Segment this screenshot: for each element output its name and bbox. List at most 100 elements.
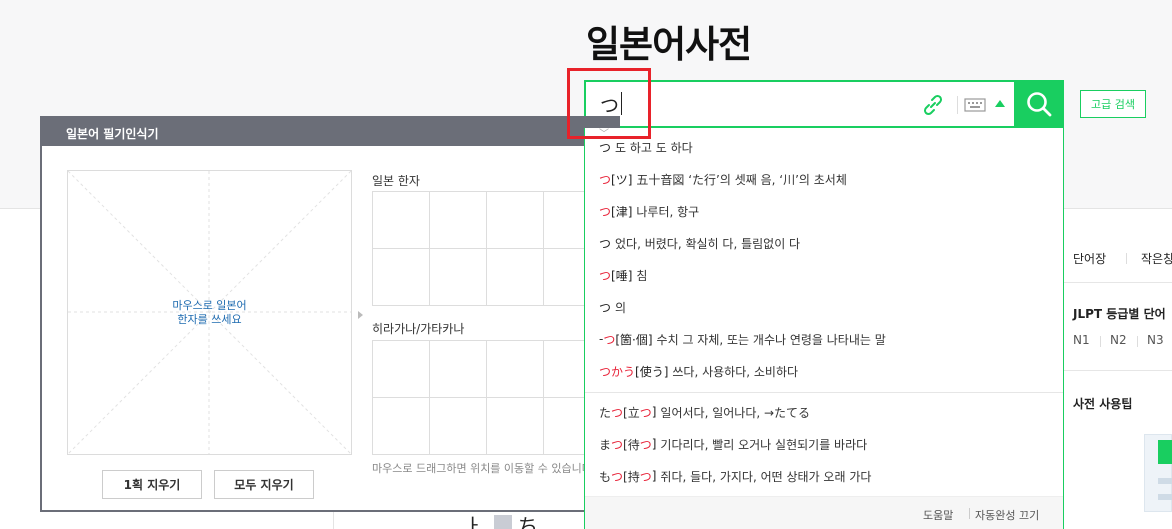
- expand-arrow-icon: [358, 311, 363, 319]
- tips-title: 사전 사용팁: [1073, 397, 1133, 411]
- item-desc: 었다, 버렸다, 확실히 다, 틀림없이 다: [615, 236, 801, 251]
- item-word: つ: [611, 469, 624, 484]
- item-desc: 五十音図 ‘た行’의 셋째 음, ‘川’의 초서체: [636, 172, 847, 187]
- canvas-hint-line-2: 한자를 쓰세요: [177, 313, 242, 326]
- item-prefix: も: [599, 469, 612, 484]
- item-word: つ: [599, 236, 612, 251]
- jlpt-level-n3[interactable]: N3: [1147, 333, 1164, 347]
- item-word: つ: [603, 332, 616, 347]
- autocomplete-item[interactable]: つ 었다, 버렸다, 확실히 다, 틀림없이 다: [599, 233, 800, 253]
- item-kanji: [箇·個]: [615, 332, 653, 347]
- item-desc: 의: [615, 300, 627, 315]
- kana-candidate-cell[interactable]: [373, 341, 430, 398]
- kanji-candidate-cell[interactable]: [487, 192, 544, 249]
- item-kanji: [立: [623, 405, 640, 420]
- jlpt-level-n2[interactable]: N2: [1110, 333, 1127, 347]
- item-bracket-close: ]: [651, 437, 657, 451]
- autocomplete-footer: 도움말 자동완성 끄기: [585, 496, 1063, 529]
- icon-divider: [957, 96, 958, 114]
- clear-all-button[interactable]: 모두 지우기: [214, 470, 314, 499]
- item-word: つ: [611, 405, 624, 420]
- partial-content-text-2: ち: [518, 514, 538, 529]
- kana-candidate-cell[interactable]: [430, 341, 487, 398]
- item-word: つ: [599, 140, 612, 155]
- item-word-2: つ: [639, 437, 652, 452]
- kanji-candidate-cell[interactable]: [430, 249, 487, 306]
- kanji-candidate-cell[interactable]: [487, 249, 544, 306]
- autocomplete-item[interactable]: たつ [立つ] 일어서다, 일어나다, →たてる: [599, 402, 810, 422]
- item-word: つ: [599, 172, 612, 187]
- autocomplete-item[interactable]: つ 의: [599, 297, 626, 317]
- item-word: つ: [599, 204, 612, 219]
- item-desc: 쓰다, 사용하다, 소비하다: [672, 364, 799, 379]
- handwriting-canvas[interactable]: 마우스로 일본어 한자를 쓰세요: [67, 170, 352, 455]
- autocomplete-off-link[interactable]: 자동완성 끄기: [975, 507, 1039, 523]
- small-window-link[interactable]: 작은창: [1141, 250, 1172, 267]
- item-desc: 기다리다, 빨리 오거나 실현되기를 바라다: [660, 437, 868, 452]
- content-divider: [333, 512, 334, 529]
- autocomplete-item[interactable]: つ [津] 나루터, 항구: [599, 201, 699, 221]
- item-word: つ: [599, 300, 612, 315]
- item-word: つ: [611, 437, 624, 452]
- autocomplete-item[interactable]: - つ [箇·個] 수치 그 자체, 또는 개수나 연령을 나타내는 말: [599, 329, 886, 349]
- search-button[interactable]: [1014, 80, 1064, 128]
- item-kanji: [ツ]: [611, 172, 633, 187]
- sidebar-divider: [1100, 336, 1101, 347]
- tips-card-line: [1158, 494, 1172, 500]
- handwriting-title[interactable]: 일본어 필기인식기: [42, 118, 618, 146]
- item-desc: 일어서다, 일어나다, →たてる: [660, 405, 811, 420]
- autocomplete-item[interactable]: つ [唾] 침: [599, 265, 647, 285]
- autocomplete-item[interactable]: つかう [使う] 쓰다, 사용하다, 소비하다: [599, 361, 798, 381]
- keyboard-icon[interactable]: [964, 97, 986, 113]
- sidebar-line: [1064, 282, 1172, 283]
- partial-content-text: ㅏ: [464, 514, 483, 529]
- autocomplete-item[interactable]: もつ [持つ] 쥐다, 들다, 가지다, 어떤 상태가 오래 가다: [599, 466, 871, 486]
- item-word: つ: [599, 268, 612, 283]
- kana-candidate-cell[interactable]: [373, 398, 430, 455]
- autocomplete-item[interactable]: つ [ツ] 五十音図 ‘た行’의 셋째 음, ‘川’의 초서체: [599, 169, 847, 189]
- item-desc: 나루터, 항구: [636, 204, 700, 219]
- footer-divider: [969, 508, 970, 519]
- tips-card-badge: [1158, 440, 1172, 464]
- item-word-2: つ: [639, 405, 652, 420]
- canvas-hint: 마우스로 일본어 한자를 쓰세요: [68, 299, 351, 327]
- kana-candidate-cell[interactable]: [430, 398, 487, 455]
- sidebar-line: [1064, 370, 1172, 371]
- sidebar-divider: [1137, 336, 1138, 347]
- autocomplete-item[interactable]: つ 도 하고 도 하다: [599, 137, 693, 157]
- item-kanji: [津]: [611, 204, 633, 219]
- item-kanji: [唾]: [611, 268, 633, 283]
- wordbook-link[interactable]: 단어장: [1073, 250, 1106, 267]
- kanji-candidate-cell[interactable]: [373, 192, 430, 249]
- item-kanji: [使う]: [635, 364, 669, 379]
- item-desc: 도 하고 도 하다: [615, 140, 693, 155]
- drag-hint: 마우스로 드래그하면 위치를 이동할 수 있습니다.: [372, 462, 596, 475]
- autocomplete-dropdown: ﹀ つ 도 하고 도 하다 つ [ツ] 五十音図 ‘た行’의 셋째 음, ‘川’의…: [584, 128, 1064, 529]
- search-icon: [1027, 92, 1052, 117]
- annotation-highlight: [567, 68, 651, 139]
- help-link[interactable]: 도움말: [923, 507, 953, 523]
- advanced-search-button[interactable]: 고급 검색: [1080, 90, 1146, 118]
- jlpt-level-n1[interactable]: N1: [1073, 333, 1090, 347]
- autocomplete-item[interactable]: まつ [待つ] 기다리다, 빨리 오거나 실현되기를 바라다: [599, 434, 867, 454]
- tips-card-line: [1158, 478, 1172, 484]
- caret-up-icon[interactable]: [995, 100, 1005, 107]
- autocomplete-divider: [585, 392, 1063, 393]
- kana-candidate-cell[interactable]: [487, 398, 544, 455]
- item-word-2: つ: [639, 469, 652, 484]
- kana-candidate-cell[interactable]: [487, 341, 544, 398]
- kana-candidates-grid: [372, 340, 658, 455]
- item-kanji: [待: [623, 437, 640, 452]
- item-desc: 수치 그 자체, 또는 개수나 연령을 나타내는 말: [656, 332, 886, 347]
- kanji-candidates-grid: [372, 191, 658, 306]
- kanji-candidate-cell[interactable]: [430, 192, 487, 249]
- item-bracket-close: ]: [651, 469, 657, 483]
- partial-content-block: [494, 515, 512, 529]
- kana-label: 히라가나/가타카나: [372, 322, 465, 336]
- kanji-candidate-cell[interactable]: [373, 249, 430, 306]
- link-icon[interactable]: [920, 92, 946, 118]
- item-desc: 쥐다, 들다, 가지다, 어떤 상태가 오래 가다: [660, 469, 872, 484]
- sidebar-divider: [1126, 253, 1127, 264]
- kanji-label: 일본 한자: [372, 174, 420, 188]
- undo-stroke-button[interactable]: 1획 지우기: [102, 470, 202, 499]
